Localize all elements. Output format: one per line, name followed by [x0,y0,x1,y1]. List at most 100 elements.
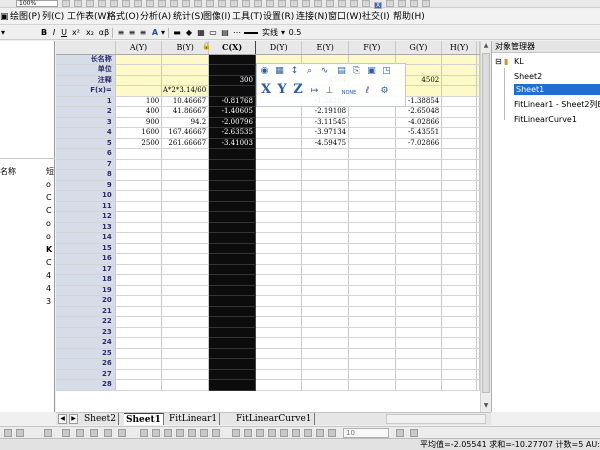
toolbar-icon[interactable] [158,0,166,7]
table-cell[interactable]: 100 [115,96,163,107]
table-cell[interactable] [255,169,303,181]
table-cell[interactable] [208,54,256,65]
row-header[interactable]: 6 [56,148,116,160]
table-cell[interactable] [115,253,163,265]
border-icon[interactable]: ▭ [208,27,218,39]
toolbar-icon[interactable] [398,0,406,7]
toolbar-icon[interactable] [16,429,24,437]
toolbar-icon[interactable] [146,0,154,7]
table-cell[interactable] [208,211,256,223]
table-cell[interactable] [208,64,256,76]
table-cell[interactable] [115,337,163,349]
table-cell[interactable]: -3.41003 [208,138,256,149]
subscript-button[interactable]: x₂ [84,27,96,39]
table-cell[interactable] [115,201,163,212]
tab-sheet1[interactable]: Sheet1 [124,413,164,425]
table-cell[interactable] [115,148,163,160]
scroll-down-icon[interactable]: ▼ [481,401,491,411]
table-cell[interactable] [208,180,256,191]
table-cell[interactable] [301,379,350,391]
table-cell[interactable] [115,190,163,202]
table-cell[interactable] [395,327,443,338]
table-cell[interactable] [161,222,210,233]
row-header[interactable]: 20 [56,295,116,307]
table-cell[interactable] [208,253,256,265]
table-cell[interactable] [395,295,443,307]
table-cell[interactable] [441,243,477,254]
set-z-button[interactable]: Z [291,83,305,96]
row-header[interactable]: F(x)= [56,85,116,97]
table-cell[interactable] [255,316,303,328]
explorer-entry[interactable]: 4 [46,284,51,293]
label-icon[interactable]: ℓ [362,86,373,97]
menu-worksheet[interactable]: 工作表(W) [67,9,110,25]
row-header[interactable]: 2 [56,106,116,118]
table-cell[interactable] [115,232,163,244]
explorer-entry[interactable]: K [46,245,52,254]
align-center-icon[interactable]: ≡ [127,27,137,39]
table-cell[interactable] [255,274,303,286]
table-cell[interactable]: -3.11545 [301,117,350,128]
table-cell[interactable]: A*2*3.14/60 [161,85,210,97]
toolbar-icon[interactable] [176,429,184,437]
table-cell[interactable]: 900 [115,117,163,128]
row-header[interactable]: 16 [56,253,116,265]
table-cell[interactable]: 2500 [115,138,163,149]
corner-cell[interactable] [56,41,116,55]
row-header[interactable]: 14 [56,232,116,244]
table-cell[interactable] [395,243,443,254]
table-cell[interactable] [348,169,396,181]
copy-icon[interactable]: ⎘ [351,66,362,77]
table-cell[interactable] [441,264,477,275]
table-cell[interactable] [441,222,477,233]
table-cell[interactable] [301,327,350,338]
toolbar-icon[interactable] [278,0,286,7]
table-cell[interactable] [208,337,256,349]
table-cell[interactable] [395,348,443,359]
toolbar-icon[interactable] [188,429,196,437]
table-cell[interactable] [441,180,477,191]
table-cell[interactable] [115,180,163,191]
table-cell[interactable] [301,253,350,265]
table-cell[interactable] [255,106,303,118]
table-cell[interactable] [441,96,477,107]
table-cell[interactable] [441,348,477,359]
table-cell[interactable] [441,369,477,380]
table-cell[interactable] [395,148,443,160]
table-cell[interactable] [161,180,210,191]
row-header[interactable]: 8 [56,169,116,181]
table-cell[interactable] [441,148,477,160]
table-cell[interactable] [115,379,163,391]
table-cell[interactable] [208,379,256,391]
table-cell[interactable] [441,316,477,328]
toolbar-icon[interactable] [268,429,276,437]
table-cell[interactable] [255,138,303,149]
scrollbar-thumb[interactable] [482,53,490,393]
table-cell[interactable] [161,306,210,317]
table-cell[interactable] [115,85,163,97]
table-cell[interactable] [441,85,477,97]
table-cell[interactable] [208,190,256,202]
table-cell[interactable] [208,264,256,275]
table-cell[interactable] [395,201,443,212]
menu-tools[interactable]: 工具(T) [232,9,263,25]
table-cell[interactable] [348,127,396,139]
toolbar-icon[interactable] [314,0,322,7]
menu-statistics[interactable]: 统计(S) [173,9,204,25]
toolbar-icon[interactable] [140,429,148,437]
table-cell[interactable] [161,148,210,160]
row-header[interactable]: 长名称 [56,54,116,65]
table-cell[interactable] [208,169,256,181]
table-cell[interactable] [115,264,163,275]
table-cell[interactable] [348,222,396,233]
superscript-button[interactable]: x² [70,27,82,39]
table-cell[interactable] [441,379,477,391]
table-cell[interactable] [161,274,210,286]
table-cell[interactable] [115,369,163,380]
toolbar-icon[interactable] [316,429,324,437]
x-error-icon[interactable]: ↦ [309,86,320,97]
table-cell[interactable] [255,190,303,202]
menu-column[interactable]: 列(C) [42,9,64,25]
table-cell[interactable] [348,348,396,359]
table-cell[interactable] [395,190,443,202]
